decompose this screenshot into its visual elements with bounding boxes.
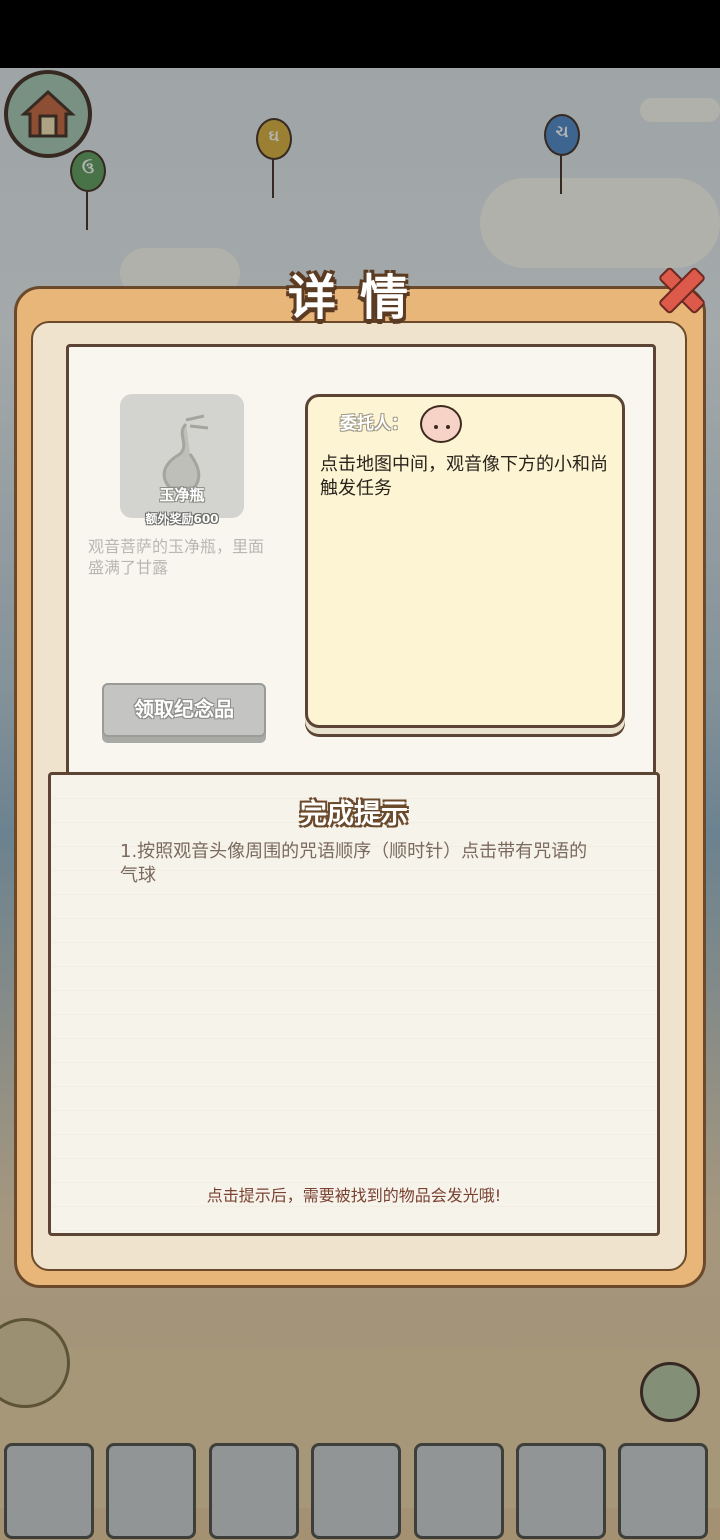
hint-note: 点击提示后，需要被找到的物品会发光哦! <box>206 1186 502 1205</box>
reward-description: 观音菩萨的玉净瓶，里面盛满了甘露 <box>88 537 265 577</box>
hint-title: 完成提示 <box>300 799 408 830</box>
claim-souvenir-button[interactable]: 领取纪念品 <box>102 683 266 737</box>
monk-avatar-icon <box>420 405 462 443</box>
close-x-icon[interactable] <box>652 260 708 316</box>
hint-text: 1.按照观音头像周围的咒语顺序（顺时针）点击带有咒语的气球 <box>120 841 588 886</box>
dialog-title: 详情 <box>287 270 432 326</box>
reward-bonus: 额外奖励600 <box>145 512 219 526</box>
reward-item-name: 玉净瓶 <box>159 486 205 504</box>
status-bar <box>0 0 720 68</box>
vase-icon <box>162 414 209 490</box>
client-label: 委托人： <box>340 414 408 434</box>
client-note: 委托人： 点击地图中间，观音像下方的小和尚触发任务 <box>305 394 625 728</box>
client-task-text: 点击地图中间，观音像下方的小和尚触发任务 <box>320 454 608 499</box>
